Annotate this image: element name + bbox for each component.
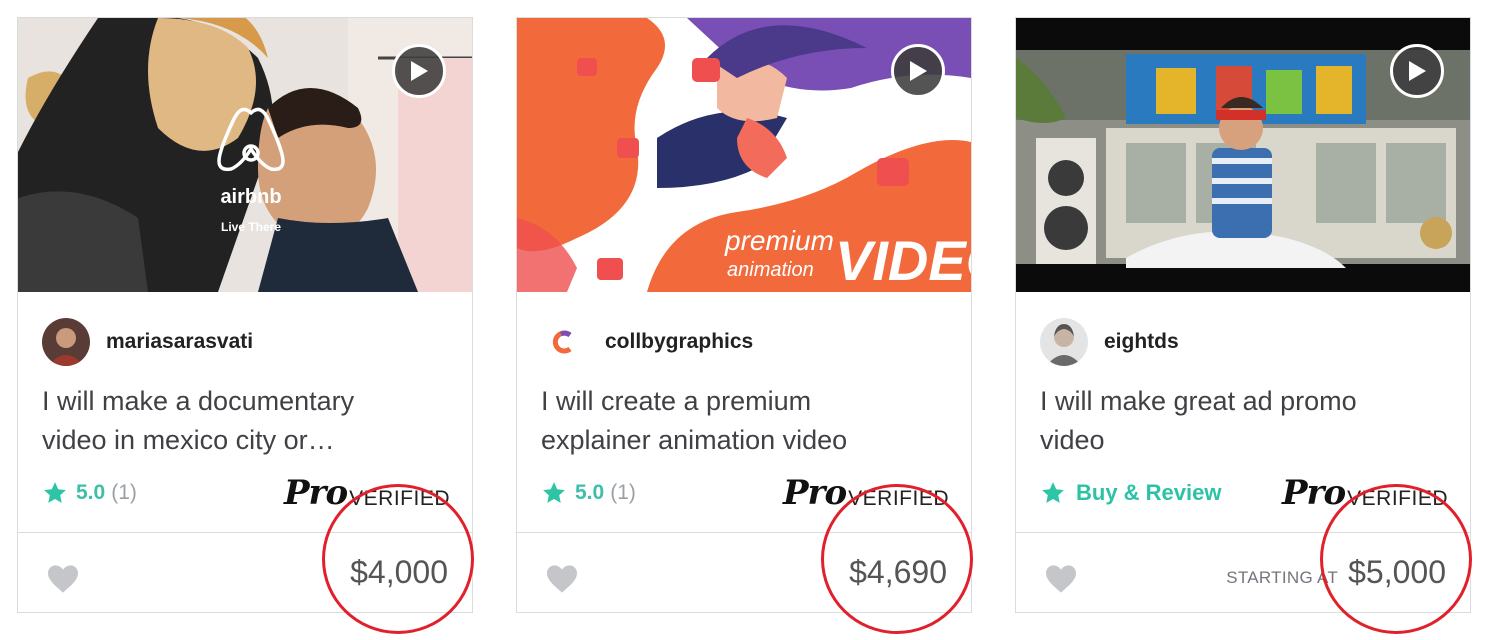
pro-text: Pro [283,473,348,513]
price-amount[interactable]: $4,690 [849,554,947,591]
pro-verified-badge: Pro VERIFIED [783,476,949,510]
favorite-button[interactable] [545,564,579,599]
play-icon [411,61,428,81]
thumb-video-text: VIDEO [835,229,971,292]
gig-title-line-1[interactable]: I will make a documentary [42,382,442,421]
seller-name[interactable]: eightds [1104,330,1179,354]
favorite-button[interactable] [1044,564,1078,599]
price[interactable]: $4,690 [849,554,947,591]
play-icon [910,61,927,81]
divider [18,532,472,533]
star-icon [543,482,565,503]
gig-thumbnail[interactable]: premium animation VIDEO [517,18,971,292]
rating-count: (1) [610,481,636,504]
seller-name[interactable]: mariasarasvati [106,330,253,354]
gig-title[interactable]: I will make a documentary video in mexic… [42,382,442,460]
seller-avatar[interactable] [541,318,589,366]
thumb-animation-text: animation [727,259,814,281]
divider [517,532,971,533]
price[interactable]: STARTING AT $5,000 [1226,554,1446,591]
seller-info[interactable]: eightds [1040,318,1179,366]
airbnb-logo-text: airbnb [220,186,281,208]
thumb-premium-text: premium [724,225,834,256]
verified-text: VERIFIED [1347,487,1448,510]
gig-title-line-1[interactable]: I will make great ad promo [1040,382,1440,421]
seller-name[interactable]: collbygraphics [605,330,753,354]
gig-card-1[interactable]: airbnb Live There mariasarasvati I will … [17,17,473,613]
seller-avatar[interactable] [1040,318,1088,366]
play-button[interactable] [392,44,446,98]
gig-card-2[interactable]: premium animation VIDEO collbygraphics I… [516,17,972,613]
rating-score: 5.0 [76,481,106,504]
verified-text: VERIFIED [349,487,450,510]
gig-title-line-2[interactable]: video in mexico city or… [42,421,442,460]
rating: 5.0 (1) [541,480,636,506]
pro-verified-badge: Pro VERIFIED [1282,476,1448,510]
airbnb-tagline: Live There [221,220,281,234]
gig-thumbnail[interactable]: airbnb Live There [18,18,472,292]
rating: 5.0 (1) [42,480,137,506]
verified-text: VERIFIED [848,487,949,510]
play-button[interactable] [891,44,945,98]
buy-review-link[interactable]: Buy & Review [1076,480,1222,506]
star-icon [1042,482,1064,503]
gig-title-line-1[interactable]: I will create a premium [541,382,941,421]
rating-score: 5.0 [575,481,605,504]
heart-icon [48,565,78,593]
price-amount[interactable]: $4,000 [350,554,448,591]
starting-at-label: STARTING AT [1226,568,1339,587]
pro-verified-badge: Pro VERIFIED [284,476,450,510]
gig-title-line-2[interactable]: explainer animation video [541,421,941,460]
heart-icon [1046,565,1076,593]
pro-text: Pro [782,473,847,513]
gig-title[interactable]: I will make great ad promo video [1040,382,1440,460]
play-icon [1409,61,1426,81]
seller-info[interactable]: mariasarasvati [42,318,253,366]
buy-review[interactable]: Buy & Review [1040,480,1222,506]
pro-text: Pro [1281,473,1346,513]
gig-title-line-2[interactable]: video [1040,421,1440,460]
gig-card-3[interactable]: eightds I will make great ad promo video… [1015,17,1471,613]
star-icon [44,482,66,503]
seller-info[interactable]: collbygraphics [541,318,753,366]
seller-avatar[interactable] [42,318,90,366]
price[interactable]: $4,000 [350,554,448,591]
favorite-button[interactable] [46,564,80,599]
price-amount[interactable]: $5,000 [1348,554,1446,591]
gig-thumbnail[interactable] [1016,18,1470,292]
rating-count: (1) [111,481,137,504]
gig-title[interactable]: I will create a premium explainer animat… [541,382,941,460]
divider [1016,532,1470,533]
play-button[interactable] [1390,44,1444,98]
heart-icon [547,565,577,593]
